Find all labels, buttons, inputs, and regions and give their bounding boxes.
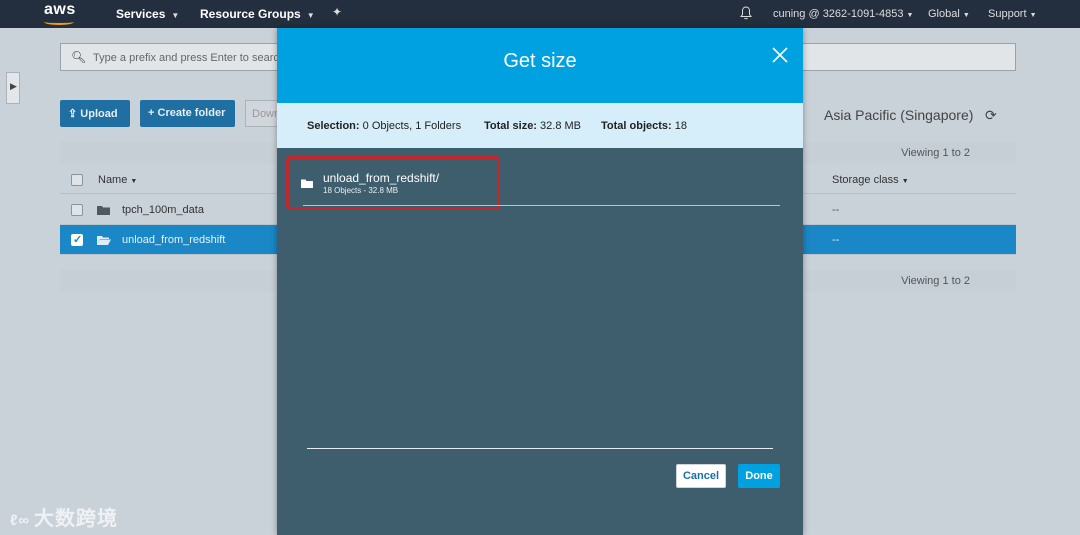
- create-folder-button[interactable]: + Create folder: [140, 100, 235, 127]
- plus-icon: +: [148, 107, 155, 119]
- row-checkbox[interactable]: [71, 204, 83, 216]
- sort-down-icon: ▼: [901, 178, 909, 185]
- total-objects-label: Total objects:: [601, 120, 672, 132]
- services-label: Services: [116, 7, 166, 21]
- chevron-right-icon: ▶: [10, 81, 17, 91]
- folder-size-detail: 18 Objects - 32.8 MB: [323, 186, 399, 195]
- modal-header: Get size: [277, 28, 803, 103]
- done-button[interactable]: Done: [738, 464, 780, 488]
- support-label: Support: [988, 8, 1027, 20]
- folder-icon: [97, 206, 110, 215]
- services-menu[interactable]: Services ▼: [116, 7, 179, 21]
- sort-down-icon: ▼: [130, 178, 138, 185]
- chevron-down-icon: ▼: [171, 11, 180, 20]
- row-name[interactable]: unload_from_redshift: [122, 234, 225, 246]
- watermark-text: 大数跨境: [34, 508, 119, 530]
- download-button[interactable]: Download: [245, 100, 278, 127]
- upload-button[interactable]: ⇪ Upload: [60, 100, 130, 127]
- search-icon: 🔍︎: [71, 50, 87, 64]
- chevron-down-icon: ▼: [962, 12, 970, 19]
- total-size-label: Total size:: [484, 120, 537, 132]
- watermark: ℓ∞ 大数跨境: [10, 502, 118, 531]
- watermark-logo-icon: ℓ∞: [10, 512, 31, 529]
- close-icon[interactable]: [771, 46, 789, 64]
- create-folder-label: Create folder: [157, 107, 226, 119]
- divider: [307, 448, 773, 449]
- bell-icon[interactable]: [740, 6, 752, 20]
- upload-icon: ⇪: [68, 108, 78, 120]
- folder-name: unload_from_redshift/: [323, 171, 440, 185]
- size-summary: Selection: 0 Objects, 1 Folders Total si…: [277, 103, 803, 148]
- search-placeholder: Type a prefix and press Enter to search: [93, 52, 285, 64]
- pin-icon[interactable]: ✦: [332, 5, 342, 19]
- total-size-value: 32.8 MB: [540, 120, 582, 132]
- divider: [303, 205, 780, 206]
- upload-label: Upload: [80, 108, 118, 120]
- row-storage-class: --: [832, 234, 840, 246]
- modal-title: Get size: [503, 50, 577, 72]
- total-objects-value: 18: [674, 120, 688, 132]
- chevron-down-icon: ▼: [906, 12, 914, 19]
- sidebar-toggle[interactable]: ▶: [6, 72, 20, 104]
- resource-groups-menu[interactable]: Resource Groups ▼: [200, 7, 315, 21]
- selection-summary: Selection: 0 Objects, 1 Folders: [307, 120, 461, 132]
- selection-value: 0 Objects, 1 Folders: [362, 120, 462, 132]
- name-column-header[interactable]: Name ▼: [98, 174, 137, 186]
- region-menu[interactable]: Global ▼: [928, 8, 970, 20]
- aws-logo-smile: [44, 19, 74, 25]
- chevron-down-icon: ▼: [1029, 12, 1037, 19]
- storage-class-column-header[interactable]: Storage class ▼: [832, 174, 909, 186]
- select-all-checkbox[interactable]: [71, 174, 83, 186]
- viewing-count: Viewing 1 to 2: [901, 275, 970, 287]
- account-menu[interactable]: cuning @ 3262-1091-4853 ▼: [773, 8, 913, 20]
- folder-icon: [301, 179, 313, 188]
- chevron-down-icon: ▼: [306, 11, 315, 20]
- refresh-icon[interactable]: ⟳: [985, 107, 997, 124]
- storage-class-column-label: Storage class: [832, 174, 899, 186]
- name-column-label: Name: [98, 174, 128, 186]
- folder-open-icon: [97, 236, 111, 245]
- get-size-modal: Get size Selection: 0 Objects, 1 Folders…: [277, 28, 803, 535]
- top-nav: aws Services ▼ Resource Groups ▼ ✦ cuning …: [0, 0, 1080, 28]
- viewing-count: Viewing 1 to 2: [901, 147, 970, 159]
- row-storage-class: --: [832, 204, 840, 216]
- total-objects-summary: Total objects: 18: [601, 120, 687, 132]
- aws-logo[interactable]: aws: [44, 1, 76, 19]
- account-label: cuning @ 3262-1091-4853: [773, 8, 904, 20]
- cancel-button[interactable]: Cancel: [676, 464, 726, 488]
- support-menu[interactable]: Support ▼: [988, 8, 1037, 20]
- resource-groups-label: Resource Groups: [200, 7, 301, 21]
- region-label: Asia Pacific (Singapore): [824, 107, 974, 123]
- region-menu-label: Global: [928, 8, 960, 20]
- row-checkbox[interactable]: [71, 233, 83, 246]
- row-name[interactable]: tpch_100m_data: [122, 204, 204, 216]
- selection-label: Selection:: [307, 120, 360, 132]
- total-size-summary: Total size: 32.8 MB: [484, 120, 581, 132]
